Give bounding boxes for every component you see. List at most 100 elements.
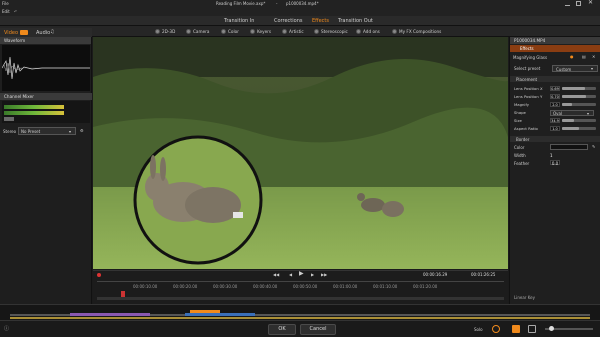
- category-label: Stereoscopic: [321, 29, 348, 34]
- category-camera[interactable]: Camera: [186, 28, 209, 35]
- preset-value: No Preset: [21, 129, 41, 134]
- channel-mixer-header: Channel Mixer: [0, 93, 92, 100]
- overview-audio: [10, 317, 590, 319]
- step-forward-icon[interactable]: ▶: [311, 272, 314, 277]
- video-frame: [93, 37, 508, 269]
- effect-menu-icon[interactable]: ▤: [582, 54, 586, 59]
- info-icon[interactable]: ⓘ: [4, 326, 9, 332]
- category-keyers[interactable]: Keyers: [250, 28, 271, 35]
- category-add-ons[interactable]: Add ons: [356, 28, 380, 35]
- eyedropper-icon[interactable]: ✎: [592, 144, 595, 149]
- category-stereoscopic[interactable]: Stereoscopic: [314, 28, 348, 35]
- category-icon: [392, 29, 397, 34]
- timeline-tick: 00:00:40.00: [253, 284, 278, 289]
- lens-position-x-value[interactable]: 0.69: [550, 86, 560, 91]
- screen-icon[interactable]: [528, 325, 536, 333]
- feather-label: Feather: [514, 161, 530, 166]
- border-header: Border: [510, 136, 600, 142]
- preset-select[interactable]: No Preset ▾: [18, 127, 76, 135]
- linear-key-label[interactable]: Linear Key: [514, 295, 535, 300]
- lens-position-x-row[interactable]: Lens Position X 0.69: [514, 85, 598, 92]
- aspect-ratio-row[interactable]: Aspect Ratio 1.0: [514, 125, 598, 132]
- aspect-ratio-slider[interactable]: [562, 127, 596, 130]
- select-preset-dropdown[interactable]: Custom ▾: [552, 65, 598, 72]
- audio-tab[interactable]: Audio: [36, 30, 50, 36]
- close-icon[interactable]: ✕: [588, 0, 593, 6]
- tab-corrections[interactable]: Corrections: [270, 17, 306, 25]
- gear-icon[interactable]: ⚙: [80, 128, 84, 133]
- timeline-overview[interactable]: [0, 304, 600, 320]
- tab-transition-in[interactable]: Transition In: [220, 17, 258, 25]
- lens-position-y-row[interactable]: Lens Position Y 0.70: [514, 93, 598, 100]
- overview-clip-1: [70, 313, 150, 316]
- chevron-down-icon: ▾: [587, 110, 590, 116]
- solo-label: Solo: [474, 327, 483, 332]
- chevron-down-icon: ▾: [69, 129, 72, 134]
- category-label: Keyers: [257, 29, 272, 34]
- clip-header: P1000034.MP4: [510, 37, 600, 44]
- play-icon[interactable]: ▶: [299, 271, 304, 277]
- size-label: Size: [514, 118, 522, 123]
- category-label: My FX Compositions: [399, 29, 442, 34]
- forward-icon[interactable]: ▶▶: [321, 272, 327, 277]
- tab-transition-out[interactable]: Transition Out: [334, 17, 377, 25]
- size-slider[interactable]: [562, 119, 596, 122]
- lens-position-y-value[interactable]: 0.70: [550, 94, 560, 99]
- timeline-scrollbar[interactable]: [97, 297, 504, 300]
- magnify-row[interactable]: Magnify 2.0: [514, 101, 598, 108]
- undo-icon[interactable]: ↶: [14, 9, 17, 14]
- color-swatch[interactable]: [550, 144, 588, 150]
- video-tab[interactable]: Video: [4, 30, 18, 36]
- zoom-slider-handle[interactable]: [549, 326, 554, 331]
- lens-position-x-slider[interactable]: [562, 87, 596, 90]
- category-label: Add ons: [363, 29, 380, 34]
- category-icon: [221, 29, 226, 34]
- feather-value[interactable]: 0.0: [550, 160, 560, 166]
- category-label: 2D-3D: [162, 29, 176, 34]
- cancel-button[interactable]: Cancel: [300, 324, 336, 335]
- video-viewer[interactable]: [93, 37, 508, 269]
- target-icon[interactable]: [492, 325, 500, 333]
- ok-button[interactable]: OK: [268, 324, 296, 335]
- magnify-value[interactable]: 2.0: [550, 102, 560, 107]
- category-color[interactable]: Color: [221, 28, 239, 35]
- category-icon: [250, 29, 255, 34]
- select-preset-label: Select preset: [514, 66, 541, 71]
- aspect-ratio-value[interactable]: 1.0: [550, 126, 560, 131]
- rewind-icon[interactable]: ◀◀: [273, 272, 279, 277]
- file-menu[interactable]: File: [2, 1, 9, 6]
- tab-effects[interactable]: Effects: [308, 17, 333, 25]
- size-row[interactable]: Size 34.9: [514, 117, 598, 124]
- overview-selection[interactable]: [190, 310, 220, 313]
- zoom-slider[interactable]: [545, 326, 593, 331]
- maximize-icon[interactable]: [576, 1, 581, 6]
- timeline: ◀◀ ◀ ▶ ▶ ▶▶ 00:00:16.29 00:01:26:25 00:0…: [93, 270, 508, 304]
- effect-delete-icon[interactable]: ✕: [592, 54, 595, 59]
- magnify-label: Magnify: [514, 102, 529, 107]
- effect-star-icon[interactable]: ●: [570, 54, 574, 59]
- category-artistic[interactable]: Artistic: [282, 28, 304, 35]
- waveform-graphic: [1, 56, 90, 80]
- step-back-icon[interactable]: ◀: [289, 272, 292, 277]
- magnify-slider[interactable]: [562, 103, 596, 106]
- minimize-icon[interactable]: [565, 1, 570, 6]
- link-icon[interactable]: [512, 325, 520, 333]
- channel-meter: [2, 101, 90, 123]
- lens-position-x-label: Lens Position X: [514, 86, 543, 91]
- record-icon[interactable]: [97, 273, 101, 277]
- width-value[interactable]: 1: [550, 153, 553, 158]
- category-label: Camera: [193, 29, 210, 34]
- category-2d-3d[interactable]: 2D-3D: [155, 28, 175, 35]
- border-label: Border: [516, 136, 530, 142]
- shape-row[interactable]: Shape Oval ▾: [514, 109, 598, 116]
- timeline-tick: 00:01:20.00: [413, 284, 438, 289]
- meter-knob[interactable]: [4, 117, 14, 121]
- category-my-fx[interactable]: My FX Compositions: [392, 28, 441, 35]
- camera-icon: [20, 30, 28, 35]
- lens-position-y-label: Lens Position Y: [514, 94, 543, 99]
- shape-dropdown[interactable]: Oval ▾: [550, 109, 594, 116]
- edit-menu[interactable]: Edit: [2, 9, 10, 14]
- lens-position-y-slider[interactable]: [562, 95, 596, 98]
- size-value[interactable]: 34.9: [550, 118, 560, 123]
- shape-label: Shape: [514, 110, 526, 115]
